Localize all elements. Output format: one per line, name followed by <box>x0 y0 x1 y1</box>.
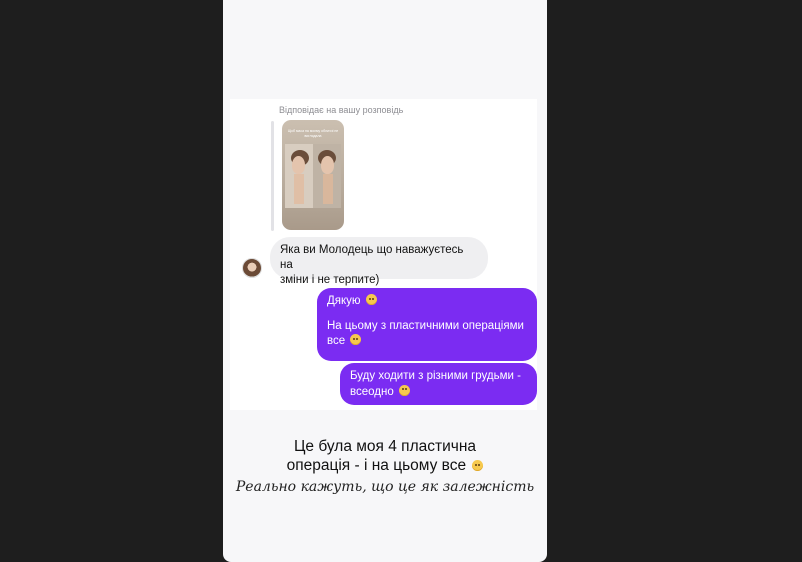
after-photo <box>313 144 341 208</box>
story-caption-line: Це була моя 4 пластична <box>293 438 477 455</box>
message-text-line: Буду ходити з різними грудьми - <box>350 370 521 382</box>
message-text-line: На цьому з пластичними операціями <box>327 319 524 332</box>
reply-context-label: Відповідає на вашу розповідь <box>279 105 404 115</box>
grinning-sweat-emoji-icon <box>398 384 410 396</box>
message-text-line: все <box>327 335 346 347</box>
grimacing-face-emoji-icon <box>350 334 362 345</box>
story-caption: Це була моя 4 пластична операція - і на … <box>223 437 547 475</box>
outgoing-message-bubble[interactable]: Буду ходити з різними грудьми - всеодно <box>340 363 537 405</box>
story-frame: Відповідає на вашу розповідь Щоб маса на… <box>223 0 547 562</box>
story-thumbnail-caption: Щоб маса на моєму обличчі не виглядала <box>287 129 339 138</box>
grimacing-face-emoji-icon <box>472 460 484 471</box>
incoming-message-bubble[interactable]: Яка ви Молодець що наважуєтесь на зміни … <box>270 237 488 286</box>
pleading-face-emoji-icon <box>365 294 377 305</box>
reply-quote-bar <box>271 121 274 231</box>
story-caption-line: операція - і на цьому все <box>286 457 467 474</box>
message-text-line: зміни і не терпите) <box>280 274 380 286</box>
message-text-line: Дякую <box>327 295 361 307</box>
outgoing-message-bubble[interactable]: Дякую На цьому з пластичними операціями … <box>317 288 537 361</box>
message-text-line: Яка ви Молодець що наважуєтесь на <box>280 244 464 271</box>
before-photo <box>285 144 313 208</box>
message-text-line: всеодно <box>350 385 394 398</box>
sender-avatar[interactable] <box>242 258 262 278</box>
dm-screenshot: Відповідає на вашу розповідь Щоб маса на… <box>230 99 537 410</box>
story-thumbnail[interactable]: Щоб маса на моєму обличчі не виглядала <box>282 120 344 230</box>
story-italic-caption: Реально кажуть, що це як залежність <box>235 479 535 495</box>
